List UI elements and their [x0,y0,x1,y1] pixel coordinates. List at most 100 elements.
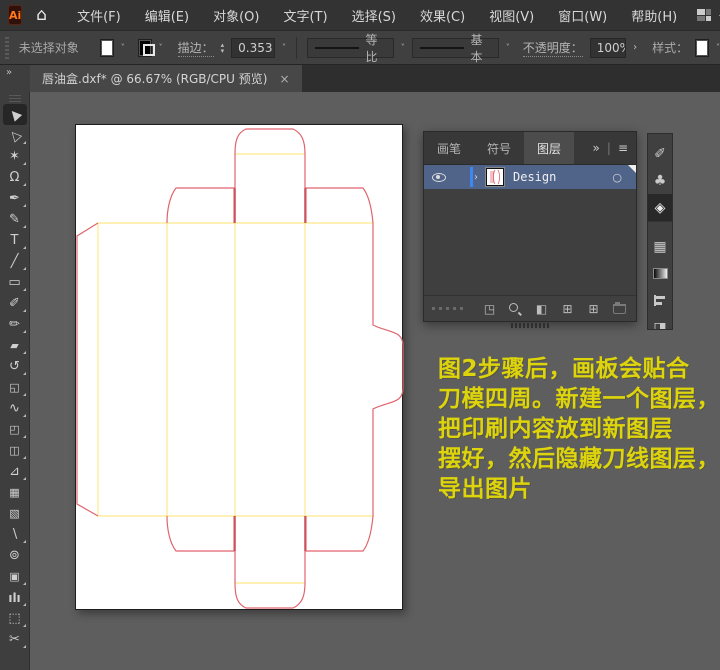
new-sublayer-icon[interactable]: ⊞ [561,302,574,316]
stroke-stepper[interactable]: ▴ ▾ [221,42,225,54]
slice-tool[interactable]: ✂ [3,629,27,650]
rotate-tool[interactable]: ↺ [3,356,27,377]
gradient-tool[interactable]: ▧ [3,503,27,524]
layer-thumbnail[interactable] [486,168,504,186]
blend-tool[interactable]: ⊚ [3,545,27,566]
eraser-tool[interactable]: ▰ [3,335,27,356]
target-circle-icon[interactable]: ○ [612,171,622,184]
type-tool[interactable]: T [3,230,27,251]
workspace-switcher[interactable]: ⌄ [697,9,720,22]
align-panel-icon[interactable] [647,287,673,314]
symbol-sprayer-tool[interactable]: ▣ [3,566,27,587]
layers-panel-icon[interactable]: ◈ [647,194,673,221]
perspective-grid-tool[interactable]: ⊿ [3,461,27,482]
tab-symbols[interactable]: 符号 [474,132,524,164]
artboards-panel-icon[interactable]: ▦ [647,233,673,260]
delete-layer-icon[interactable] [613,304,626,314]
column-graph-tool[interactable]: ılı [3,587,27,608]
collect-for-export-icon[interactable]: ◳ [483,302,496,316]
style-swatch[interactable] [695,39,709,57]
line-segment-tool[interactable]: ╱ [3,251,27,272]
annotation-line: 导出图片 [438,474,720,504]
locate-object-icon[interactable] [509,303,522,314]
rectangle-tool[interactable]: ▭ [3,272,27,293]
app-logo-icon[interactable]: Ai [8,5,22,25]
magic-wand-tool[interactable]: ✶ [3,146,27,167]
stroke-weight-dropdown-icon[interactable]: ˅ [282,43,286,52]
pathfinder-panel-icon[interactable]: ◨ [647,314,673,330]
symbols-panel-icon[interactable]: ♣ [647,167,673,194]
layer-row-design[interactable]: › Design ○ [424,165,636,189]
menu-item[interactable]: 帮助(H) [631,6,677,25]
stepper-down-icon[interactable]: ▾ [221,48,225,54]
document-tab[interactable]: 唇油盒.dxf* @ 66.67% (RGB/CPU 预览) × [30,65,302,92]
panel-resize-grip[interactable] [511,323,549,328]
dock-separator[interactable] [647,221,673,233]
paintbrush-tool[interactable]: ✐ [3,293,27,314]
profile-dropdown-icon[interactable]: ˅ [401,43,405,52]
eyedropper-tool[interactable]: ∖ [3,524,27,545]
opacity-input[interactable]: 100% [590,38,626,58]
brush-definition-select[interactable]: 基本 [412,38,499,58]
selection-tool[interactable]: ▲ [3,104,27,125]
style-dropdown-icon[interactable]: ˅ [716,43,720,52]
close-tab-icon[interactable]: × [279,72,289,86]
opacity-label[interactable]: 不透明度： [523,39,583,57]
panel-tab-bar: 画笔 符号 图层 » | ≡ [424,132,636,165]
menu-item[interactable]: 效果(C) [420,6,465,25]
home-icon[interactable]: ⌂ [36,5,47,25]
tab-layers[interactable]: 图层 [524,132,574,164]
brushes-panel-icon[interactable]: ✐ [647,140,673,167]
lasso-tool[interactable]: Ω [3,167,27,188]
width-profile-select[interactable]: 等比 [307,38,394,58]
annotation-line: 刀模四周。新建一个图层， [438,384,720,414]
tab-brushes[interactable]: 画笔 [424,132,474,164]
scale-tool[interactable]: ◱ [3,377,27,398]
stroke-dropdown-icon[interactable]: ˅ [159,43,163,52]
menu-item[interactable]: 文件(F) [77,6,121,25]
no-selection-label: 未选择对象 [19,39,79,56]
pencil-tool[interactable]: ✏ [3,314,27,335]
profile-label: 等比 [366,31,386,65]
toolbar-grip-icon[interactable] [9,95,21,102]
menu-item[interactable]: 文字(T) [283,6,327,25]
shape-builder-tool[interactable]: ◫ [3,440,27,461]
menu-item[interactable]: 编辑(E) [145,6,189,25]
menu-item[interactable]: 视图(V) [489,6,534,25]
new-layer-icon[interactable]: ⊞ [587,302,600,316]
menu-item[interactable]: 对象(O) [213,6,259,25]
curvature-tool[interactable]: ✎ [3,209,27,230]
stroke-weight-label[interactable]: 描边： [178,39,214,57]
pen-tool[interactable]: ✒ [3,188,27,209]
direct-selection-tool[interactable]: △ [3,125,27,146]
brush-dropdown-icon[interactable]: ˅ [506,43,510,52]
visibility-eye-icon[interactable] [432,173,446,182]
tools-panel: ▲ △ ✶ Ω ✒ ✎ T [0,92,30,670]
stroke-weight-input[interactable]: 0.353 mm [231,38,275,58]
fill-swatch[interactable] [100,39,114,57]
panel-grip-icon[interactable] [5,37,9,59]
free-transform-tool[interactable]: ◰ [3,419,27,440]
annotation-line: 摆好，然后隐藏刀线图层， [438,444,720,474]
opacity-arrow-icon[interactable]: › [633,42,637,53]
mesh-tool[interactable]: ▦ [3,482,27,503]
panel-menu-icon[interactable]: ≡ [618,141,628,155]
gradient-panel-icon[interactable] [647,260,673,287]
stroke-swatch[interactable] [138,39,152,57]
profile-line-icon [315,47,359,49]
toolbar-collapse-button[interactable]: » [0,65,30,92]
artboard[interactable] [75,124,403,610]
panel-collapse-icon[interactable]: » [593,141,600,155]
clipping-mask-icon[interactable]: ◧ [535,302,548,316]
panel-dock: ✐ ♣ ◈ ▦ [647,133,673,330]
menu-item[interactable]: 选择(S) [352,6,396,25]
artboard-tool[interactable]: ⬚ [3,608,27,629]
canvas-area[interactable]: 画笔 符号 图层 » | ≡ › [30,92,720,670]
width-tool[interactable]: ∿ [3,398,27,419]
menu-item[interactable]: 窗口(W) [558,6,607,25]
layers-panel: 画笔 符号 图层 » | ≡ › [423,131,637,322]
expand-chevron-icon[interactable]: › [474,172,478,183]
fill-dropdown-icon[interactable]: ˅ [121,43,125,52]
layers-list-empty-area [424,189,636,295]
layer-name[interactable]: Design [513,170,556,184]
